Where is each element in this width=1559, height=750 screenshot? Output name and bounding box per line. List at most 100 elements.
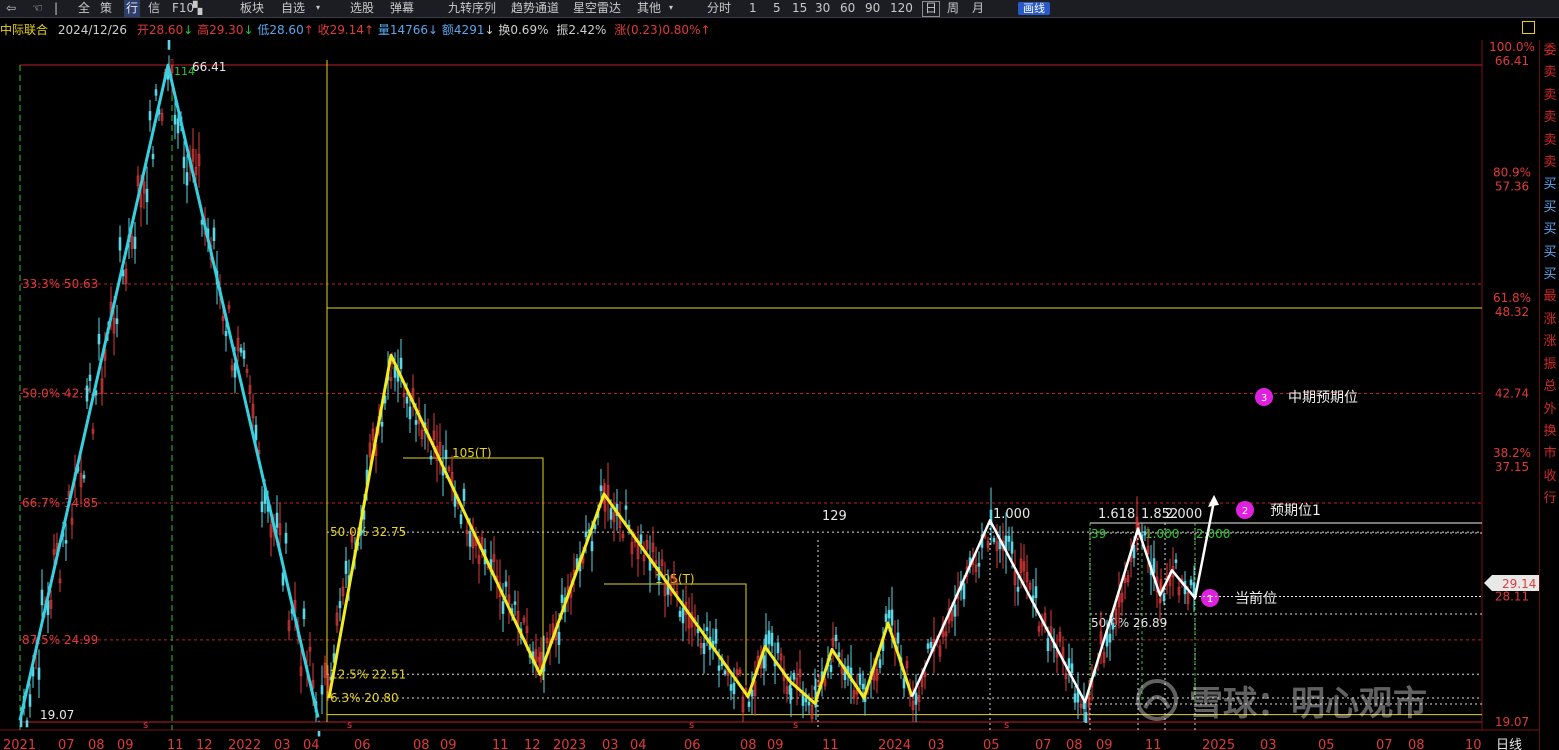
hand-icon[interactable]: ☜ xyxy=(32,0,43,17)
toolbar-item[interactable]: 趋势通道 xyxy=(511,0,559,17)
fib-ratio-green: 2.000 xyxy=(1196,527,1230,541)
candle-body xyxy=(28,694,32,707)
window-toggle-icon[interactable] xyxy=(1522,21,1535,34)
y-tick-pct: 61.8% xyxy=(1493,291,1531,305)
toolbar-item[interactable]: 30 xyxy=(815,0,830,17)
candle-body xyxy=(1152,558,1156,574)
fib-ratio-green: 39 xyxy=(1091,527,1106,541)
candle-body xyxy=(399,357,403,369)
candle-body xyxy=(801,693,805,706)
wave-white-thin xyxy=(989,520,1086,703)
candle-body xyxy=(154,89,158,96)
toolbar-item[interactable]: 弹幕 xyxy=(390,0,414,17)
candle-body xyxy=(789,688,793,700)
candle-body xyxy=(40,589,44,606)
candle-body xyxy=(504,581,508,587)
fib-level-label: 66.7% 34.85 xyxy=(22,496,98,510)
annotation-label: 中期预期位 xyxy=(1288,390,1358,406)
toolbar-item[interactable]: 策 xyxy=(100,0,112,17)
candle-body xyxy=(1174,559,1178,563)
second-level-label: 50.0% 32.75 xyxy=(330,525,406,539)
kline-chart[interactable]: 100.0%66.4180.9%57.3661.8%48.3242.7438.2… xyxy=(0,40,1539,750)
toolbar-item[interactable]: 分时 xyxy=(707,0,731,17)
back-icon[interactable]: ⇦ xyxy=(6,0,16,17)
candle-body xyxy=(380,421,384,427)
order-book-label: 卖 xyxy=(1543,155,1557,171)
order-book-label: 振 xyxy=(1543,356,1557,372)
toolbar-item[interactable]: 九转序列 xyxy=(448,0,496,17)
s-marker: s xyxy=(689,720,694,731)
toolbar-item[interactable]: 90 xyxy=(865,0,880,17)
toolbar-item[interactable]: 选股 xyxy=(350,0,374,17)
x-tick-label: 03 xyxy=(1260,738,1277,750)
chevron-down-icon[interactable]: ▾ xyxy=(669,0,673,17)
fib-ratio-green: 1.000 xyxy=(1145,527,1179,541)
candle-body xyxy=(254,424,258,441)
toolbar-item[interactable]: F10 xyxy=(172,0,194,17)
candle-body xyxy=(884,613,888,622)
candle-body xyxy=(887,610,891,619)
order-book-label: 买 xyxy=(1543,199,1557,215)
candle-body xyxy=(239,347,243,353)
toolbar-item[interactable]: 信 xyxy=(148,0,160,17)
candle-body xyxy=(1108,633,1112,643)
toolbar-item[interactable]: 120 xyxy=(890,0,913,17)
toolbar-item[interactable]: 月 xyxy=(972,0,984,17)
candle-body xyxy=(890,609,894,626)
toolbar-item[interactable]: 画线 xyxy=(1018,2,1050,15)
snowball-logo-icon xyxy=(1136,679,1178,721)
low-label: 19.07 xyxy=(40,708,74,722)
toolbar-item[interactable]: 行 xyxy=(124,0,141,17)
info-close: 收29.14 xyxy=(317,23,364,37)
candle-body xyxy=(462,488,466,501)
toolbar-item[interactable]: 板块 xyxy=(240,0,264,17)
candle-body xyxy=(1070,663,1074,673)
order-book-label: 收 xyxy=(1543,468,1557,484)
chevron-down-icon[interactable]: ▾ xyxy=(316,0,320,17)
x-tick-label: 06 xyxy=(354,738,371,750)
candle-body xyxy=(878,659,882,668)
x-tick-label: 03 xyxy=(274,738,291,750)
fib-level-label: 87.5% 24.99 xyxy=(22,633,98,647)
toolbar-item[interactable]: 日 xyxy=(922,1,941,17)
x-tick-label: 08 xyxy=(413,738,430,750)
layout-icon[interactable]: ▚ xyxy=(193,0,202,17)
candle-body xyxy=(858,673,862,685)
info-low-arrow: ↑ xyxy=(303,23,314,37)
candle-body xyxy=(678,610,682,617)
toolbar-item[interactable]: 1 xyxy=(749,0,757,17)
candle-body xyxy=(513,601,517,605)
divider-icon[interactable]: | xyxy=(54,0,58,17)
x-tick-label: 2023 xyxy=(553,738,586,750)
candle-body xyxy=(85,385,89,402)
toolbar-item[interactable]: 自选 xyxy=(281,0,305,17)
candle-body xyxy=(429,455,433,460)
y-tick-label: 28.11 xyxy=(1495,590,1529,604)
info-open-arrow: ↓ xyxy=(183,23,194,37)
toolbar-item[interactable]: 5 xyxy=(773,0,781,17)
candle-body xyxy=(166,75,170,80)
candle-body xyxy=(714,628,718,644)
candle-body xyxy=(807,701,811,706)
retracement-label: 50.0% 26.89 xyxy=(1091,616,1167,630)
order-book-label: 外 xyxy=(1543,401,1557,417)
candle-body xyxy=(1143,531,1147,536)
y-tick-pct: 38.2% xyxy=(1493,446,1531,460)
candle-body xyxy=(1046,638,1050,652)
order-book-label: 总 xyxy=(1543,379,1557,395)
candle-body xyxy=(560,594,564,603)
x-tick-label: 08 xyxy=(88,738,105,750)
toolbar-item[interactable]: 15 xyxy=(792,0,807,17)
toolbar-item[interactable]: 60 xyxy=(840,0,855,17)
x-tick-label: 06 xyxy=(684,738,701,750)
toolbar-item[interactable]: 全 xyxy=(78,0,90,17)
x-tick-label: 03 xyxy=(602,738,619,750)
toolbar-item[interactable]: 周 xyxy=(947,0,959,17)
x-tick-label: 05 xyxy=(983,738,1000,750)
x-tick-label: 09 xyxy=(767,738,784,750)
toolbar-item[interactable]: 星空雷达 xyxy=(573,0,621,17)
candle-body xyxy=(861,683,865,690)
toolbar-item[interactable]: 其他 xyxy=(637,0,661,17)
candle-body xyxy=(717,665,721,671)
order-book-label: 卖 xyxy=(1543,65,1557,81)
